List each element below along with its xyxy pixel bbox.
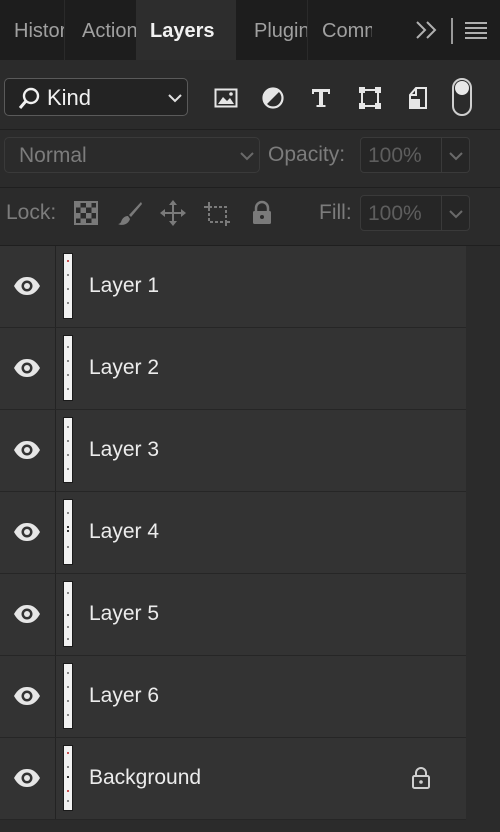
lock-artboard-icon[interactable]: [204, 200, 230, 226]
tab-plugins-label: Plugins: [254, 20, 307, 42]
fill-value: 100%: [368, 202, 422, 225]
blend-mode-value: Normal: [19, 144, 87, 167]
tab-actions[interactable]: Actions: [68, 0, 136, 60]
tab-comments[interactable]: Comments: [308, 0, 372, 60]
opacity-label: Opacity:: [268, 143, 346, 166]
toggle-knob: [455, 81, 469, 95]
layer-thumbnail[interactable]: [64, 582, 72, 646]
more-tabs-chevron-icon[interactable]: [414, 18, 440, 42]
panel-tab-bar: History Actions Layers Plugins Comments: [0, 0, 500, 60]
layer-name[interactable]: Layer 5: [89, 602, 159, 626]
visibility-toggle[interactable]: [0, 574, 56, 655]
tab-history[interactable]: History: [0, 0, 65, 60]
tab-history-label: History: [14, 20, 64, 42]
tab-comments-label: Comments: [322, 20, 372, 42]
layer-thumbnail[interactable]: [64, 418, 72, 482]
layer-name[interactable]: Layer 4: [89, 520, 159, 544]
layer-name[interactable]: Layer 6: [89, 684, 159, 708]
layer-thumbnail[interactable]: [64, 746, 72, 810]
eye-icon: [14, 359, 40, 377]
chevron-down-icon[interactable]: [448, 150, 464, 162]
eye-icon: [14, 605, 40, 623]
divider: [0, 129, 500, 130]
filter-kind-dropdown[interactable]: Kind: [4, 78, 188, 116]
lock-label: Lock:: [6, 201, 57, 224]
chevron-down-icon: [168, 94, 182, 103]
visibility-toggle[interactable]: [0, 246, 56, 327]
visibility-toggle[interactable]: [0, 656, 56, 737]
visibility-toggle[interactable]: [0, 738, 56, 819]
layer-row[interactable]: Layer 5: [0, 574, 466, 656]
fill-label: Fill:: [319, 201, 352, 224]
blend-mode-dropdown[interactable]: Normal: [4, 137, 260, 173]
lock-position-move-icon[interactable]: [160, 200, 186, 226]
eye-icon: [14, 523, 40, 541]
shape-layer-filter-icon[interactable]: [358, 86, 382, 110]
layers-list: Layer 1 Layer 2 Layer 3 Layer 4 Layer 5: [0, 246, 500, 832]
filter-kind-label: Kind: [47, 85, 92, 110]
layer-thumbnail[interactable]: [64, 254, 72, 318]
tab-divider: [451, 18, 453, 44]
layer-locked-icon[interactable]: [411, 767, 431, 789]
eye-icon: [14, 687, 40, 705]
eye-icon: [14, 277, 40, 295]
eye-icon: [14, 441, 40, 459]
eye-icon: [14, 769, 40, 787]
opacity-value: 100%: [368, 144, 422, 167]
tab-actions-label: Actions: [82, 20, 136, 42]
lock-transparency-icon[interactable]: [73, 200, 99, 226]
layer-name[interactable]: Layer 2: [89, 356, 159, 380]
smart-object-filter-icon[interactable]: [407, 86, 431, 110]
tab-layers[interactable]: Layers: [136, 0, 236, 60]
chevron-down-icon[interactable]: [448, 208, 464, 220]
layer-thumbnail[interactable]: [64, 336, 72, 400]
panel-menu-icon[interactable]: [465, 21, 487, 39]
filter-toggle-switch[interactable]: [452, 78, 472, 116]
layer-thumbnail[interactable]: [64, 500, 72, 564]
layer-name[interactable]: Layer 3: [89, 438, 159, 462]
visibility-toggle[interactable]: [0, 492, 56, 573]
tab-plugins[interactable]: Plugins: [240, 0, 308, 60]
layer-row[interactable]: Layer 6: [0, 656, 466, 738]
layer-name[interactable]: Layer 1: [89, 274, 159, 298]
lock-all-icon[interactable]: [249, 200, 275, 226]
tab-layers-label: Layers: [150, 20, 215, 42]
visibility-toggle[interactable]: [0, 410, 56, 491]
layer-thumbnail[interactable]: [64, 664, 72, 728]
divider: [441, 196, 442, 230]
type-layer-filter-icon[interactable]: [309, 86, 333, 110]
divider: [0, 187, 500, 188]
lock-image-pixels-brush-icon[interactable]: [117, 200, 143, 226]
layer-row[interactable]: Layer 3: [0, 410, 466, 492]
layer-row[interactable]: Layer 4: [0, 492, 466, 574]
divider: [441, 138, 442, 172]
search-icon: [18, 87, 40, 109]
layer-name[interactable]: Background: [89, 766, 201, 790]
layer-row[interactable]: Background: [0, 738, 466, 820]
opacity-field[interactable]: 100%: [360, 137, 470, 173]
pixel-layer-filter-icon[interactable]: [214, 86, 238, 110]
fill-field[interactable]: 100%: [360, 195, 470, 231]
adjustment-layer-filter-icon[interactable]: [261, 86, 285, 110]
visibility-toggle[interactable]: [0, 328, 56, 409]
layer-row[interactable]: Layer 1: [0, 246, 466, 328]
chevron-down-icon: [240, 152, 254, 161]
layer-row[interactable]: Layer 2: [0, 328, 466, 410]
